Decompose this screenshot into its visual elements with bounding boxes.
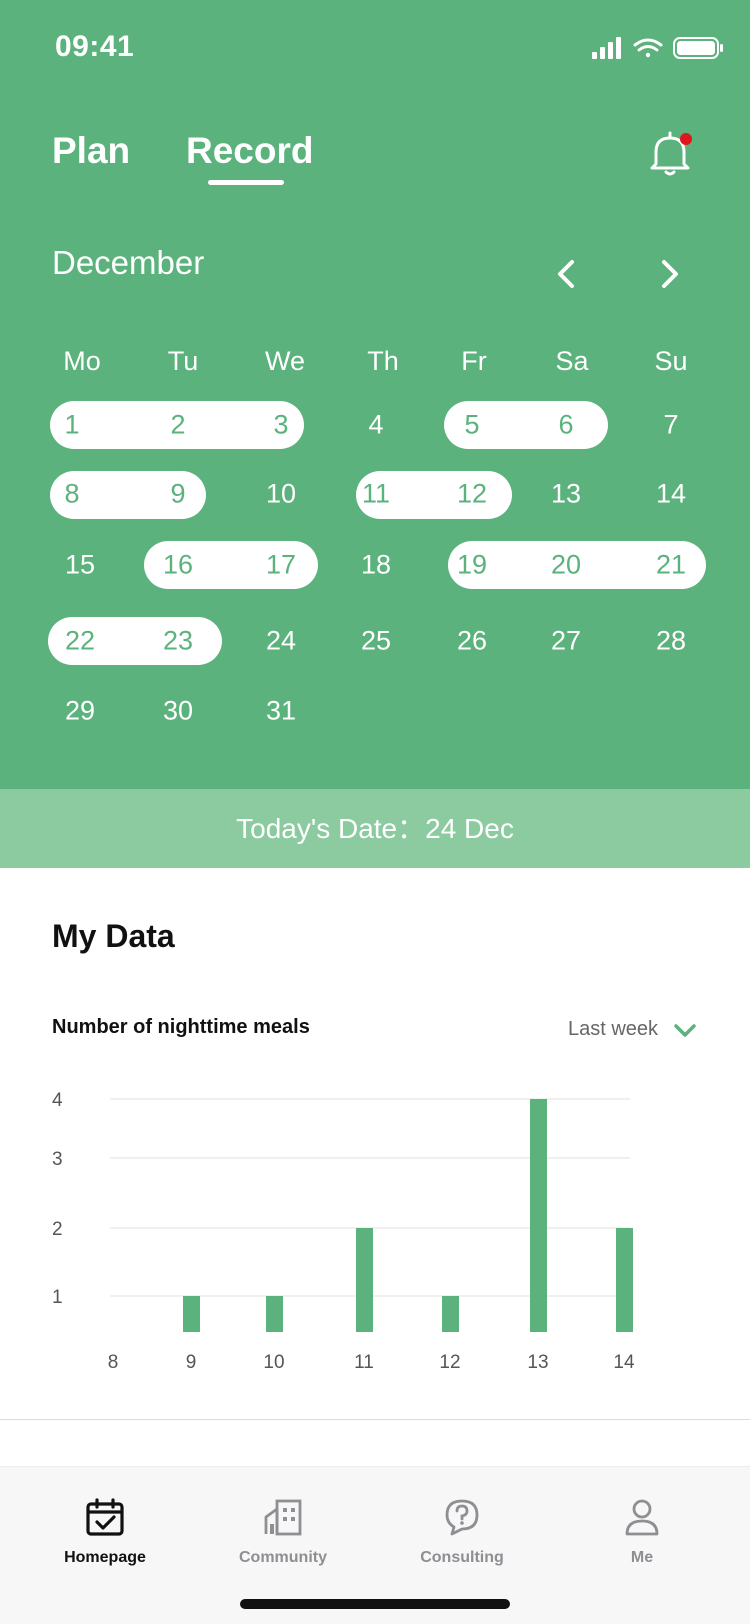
calendar-day[interactable]: 23 <box>163 626 193 657</box>
chevron-down-icon[interactable] <box>672 1020 698 1040</box>
calendar-day[interactable]: 9 <box>170 479 185 510</box>
wifi-icon <box>633 38 663 58</box>
today-date: Today's Date：24 Dec <box>236 813 514 844</box>
x-tick-label: 12 <box>439 1352 460 1373</box>
calendar-day[interactable]: 18 <box>361 550 391 581</box>
battery-icon <box>673 37 723 59</box>
calendar-day[interactable]: 21 <box>656 550 686 581</box>
weekday-label: Tu <box>167 346 199 376</box>
bar <box>442 1296 459 1332</box>
calendar-panel <box>0 0 750 789</box>
status-icons <box>592 37 723 59</box>
calendar-day[interactable]: 11 <box>362 479 390 510</box>
calendar-day[interactable]: 25 <box>361 626 391 657</box>
x-tick-label: 14 <box>613 1352 635 1373</box>
x-tick-label: 8 <box>108 1352 119 1373</box>
chevron-left-icon[interactable] <box>550 254 584 294</box>
bar <box>356 1228 373 1332</box>
calendar-day[interactable]: 29 <box>65 696 95 727</box>
y-tick-label: 1 <box>52 1287 63 1308</box>
y-tick-label: 2 <box>52 1219 63 1240</box>
buildings-icon <box>264 1499 302 1536</box>
tab-label: Community <box>239 1549 327 1566</box>
calendar-day[interactable]: 4 <box>368 410 383 441</box>
y-tick-label: 4 <box>52 1090 63 1111</box>
section-title: My Data <box>52 918 175 954</box>
calendar-day[interactable]: 13 <box>551 479 581 510</box>
active-tab-indicator <box>208 180 284 185</box>
chevron-right-icon[interactable] <box>652 254 686 294</box>
calendar-month: December <box>52 244 205 281</box>
calendar-day[interactable]: 6 <box>558 410 573 441</box>
today-banner: Today's Date：24 Dec <box>0 789 750 868</box>
period-dropdown[interactable]: Last week <box>568 1018 658 1041</box>
cellular-signal-icon <box>592 37 621 59</box>
person-icon <box>625 1499 659 1536</box>
status-bar: 09:41 <box>0 0 750 96</box>
bar <box>616 1228 633 1332</box>
calendar-day[interactable]: 16 <box>163 550 193 581</box>
bar <box>530 1099 547 1332</box>
divider <box>0 1419 750 1420</box>
calendar-day[interactable]: 1 <box>64 410 79 441</box>
calendar-day[interactable]: 5 <box>464 410 479 441</box>
calendar-day[interactable]: 15 <box>65 550 95 581</box>
nighttime-meals-chart: 12348 9 10 11 12 13 14 <box>52 1090 635 1373</box>
calendar-day[interactable]: 14 <box>656 479 686 510</box>
calendar-day[interactable]: 17 <box>266 550 296 581</box>
weekday-label: Th <box>367 346 399 376</box>
calendar-day[interactable]: 26 <box>457 626 487 657</box>
home-indicator <box>240 1599 510 1609</box>
bar <box>183 1296 200 1332</box>
calendar-day[interactable]: 12 <box>457 479 487 510</box>
calendar-day[interactable]: 22 <box>65 626 95 657</box>
tab-label: Consulting <box>420 1549 504 1566</box>
tab-community[interactable]: Community <box>213 1467 353 1567</box>
calendar-day[interactable]: 27 <box>551 626 581 657</box>
weekday-label: Sa <box>555 346 589 376</box>
x-tick-label: 13 <box>527 1352 548 1373</box>
calendar-day[interactable]: 2 <box>170 410 185 441</box>
calendar-day[interactable]: 8 <box>64 479 79 510</box>
tab-label: Homepage <box>64 1549 146 1566</box>
tab-plan[interactable]: Plan <box>52 130 130 172</box>
calendar-day[interactable]: 24 <box>266 626 296 657</box>
bar <box>266 1296 283 1332</box>
x-tick-label: 10 <box>263 1352 284 1373</box>
x-tick-label: 9 <box>186 1352 197 1373</box>
weekday-label: Mo <box>63 346 101 376</box>
tab-homepage[interactable]: Homepage <box>35 1467 175 1567</box>
weekday-label: We <box>264 346 306 376</box>
chart-title: Number of nighttime meals <box>52 1016 310 1038</box>
weekday-label: Su <box>654 346 688 376</box>
status-time: 09:41 <box>55 30 135 63</box>
calendar-check-icon <box>86 1498 124 1536</box>
x-tick-label: 11 <box>354 1352 374 1373</box>
tab-label: Me <box>630 1549 654 1566</box>
calendar-day[interactable]: 7 <box>663 410 678 441</box>
calendar-day[interactable]: 30 <box>163 696 193 727</box>
calendar-day[interactable]: 3 <box>273 410 288 441</box>
tab-consulting[interactable]: Consulting <box>392 1467 532 1567</box>
calendar-day[interactable]: 31 <box>266 696 296 727</box>
calendar-day[interactable]: 20 <box>551 550 581 581</box>
y-tick-label: 3 <box>52 1149 63 1170</box>
notification-badge <box>680 133 692 145</box>
tab-record[interactable]: Record <box>186 130 313 172</box>
question-chat-icon <box>445 1499 479 1536</box>
calendar-day[interactable]: 19 <box>457 550 487 581</box>
calendar-day[interactable]: 10 <box>266 479 296 510</box>
calendar-day[interactable]: 28 <box>656 626 686 657</box>
tab-me[interactable]: Me <box>572 1467 712 1567</box>
weekday-label: Fr <box>461 346 487 376</box>
